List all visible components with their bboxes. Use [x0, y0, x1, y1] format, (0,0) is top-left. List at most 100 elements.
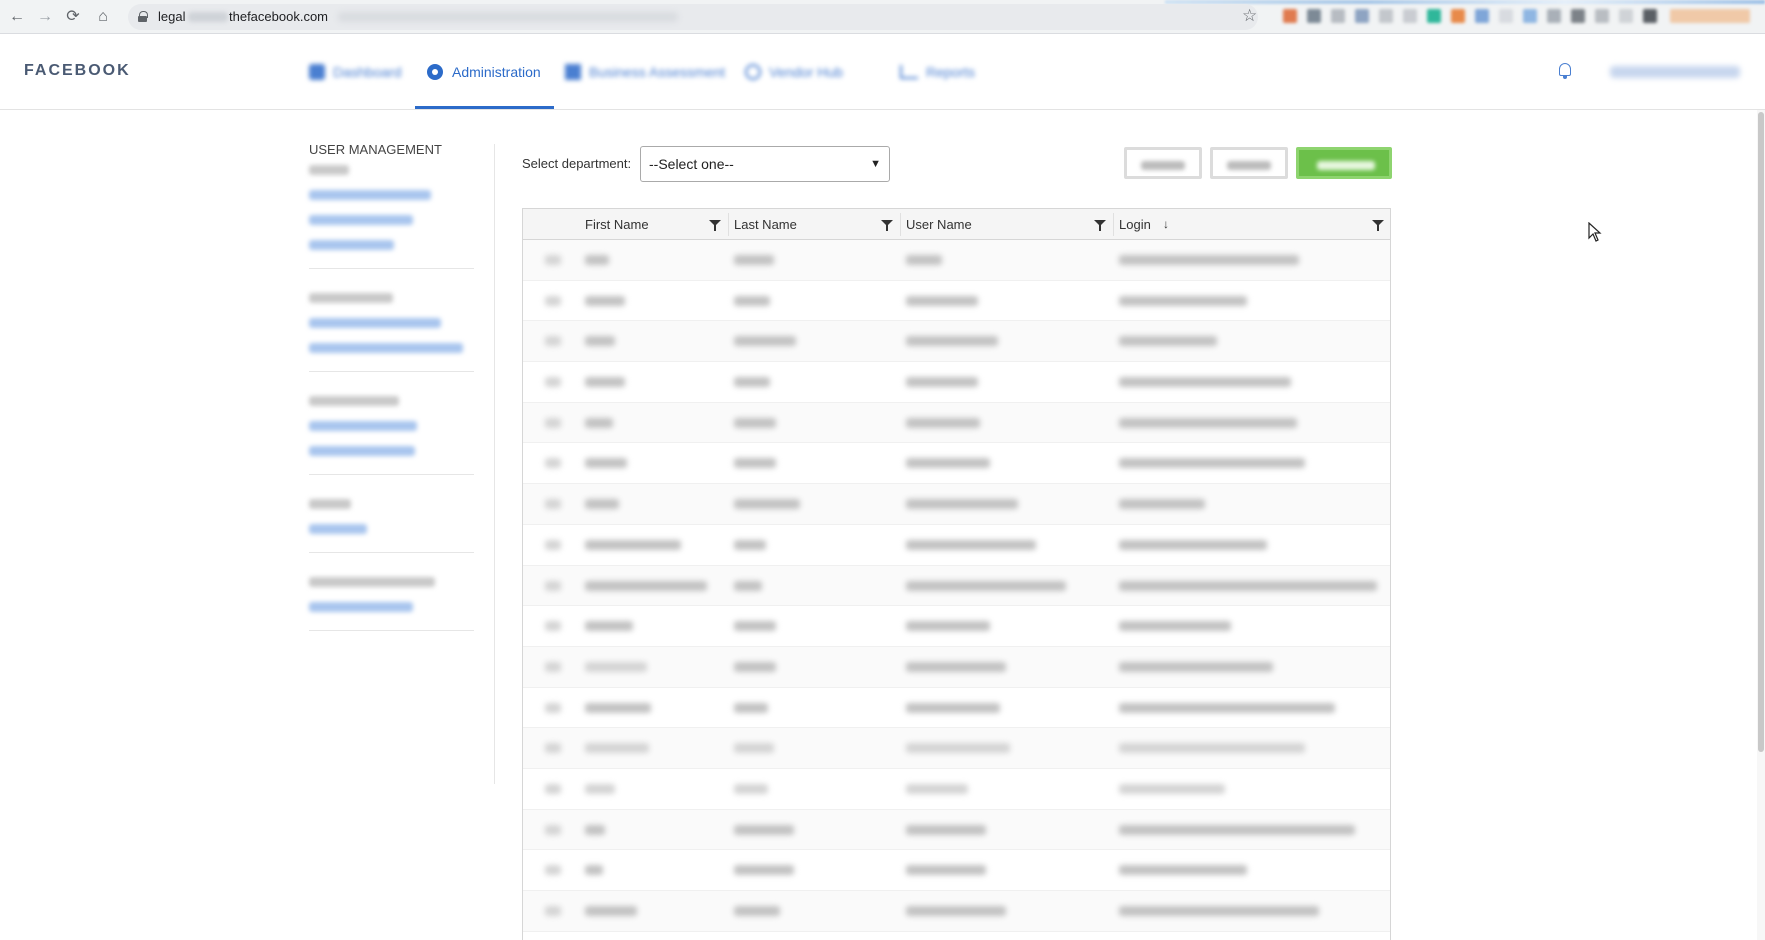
notification-bell-icon[interactable]: [1557, 62, 1573, 80]
column-divider[interactable]: [1113, 213, 1114, 236]
table-row[interactable]: [523, 402, 1390, 444]
column-header-last-name[interactable]: Last Name: [734, 209, 797, 240]
scrollbar-thumb[interactable]: [1758, 112, 1764, 752]
tab-business-assessment[interactable]: Business Assessment: [565, 56, 725, 88]
sidebar-heading-user-management: USER MANAGEMENT: [309, 142, 442, 157]
table-row[interactable]: [523, 728, 1390, 769]
browser-menu[interactable]: [1670, 9, 1750, 23]
sidebar-divider: [309, 552, 474, 553]
table-row[interactable]: [523, 321, 1390, 363]
tab-reports[interactable]: Reports: [900, 56, 975, 88]
forward-arrow-icon[interactable]: →: [34, 6, 56, 28]
tab-administration[interactable]: Administration: [427, 56, 541, 88]
filter-icon[interactable]: [1372, 220, 1384, 231]
extension-icon[interactable]: [1355, 9, 1369, 23]
department-select[interactable]: --Select one-- ▼: [640, 146, 890, 182]
export-button[interactable]: [1210, 147, 1288, 179]
sidebar-item[interactable]: [309, 602, 413, 612]
sidebar-divider: [309, 630, 474, 631]
profile-avatar[interactable]: [1643, 9, 1657, 23]
tab-label: Reports: [926, 64, 976, 80]
sidebar-item[interactable]: [309, 215, 413, 225]
active-tab-indicator: [415, 106, 554, 109]
user-menu[interactable]: [1610, 66, 1740, 78]
department-select-value: --Select one--: [649, 156, 734, 172]
filter-icon[interactable]: [881, 220, 893, 231]
bookmark-star-icon[interactable]: ☆: [1242, 6, 1257, 26]
chevron-down-icon: ▼: [870, 158, 881, 170]
table-row[interactable]: [523, 769, 1390, 810]
column-header-login[interactable]: Login: [1119, 209, 1151, 240]
gear-icon: [427, 64, 443, 80]
table-row[interactable]: [523, 688, 1390, 729]
extension-icon[interactable]: [1379, 9, 1393, 23]
new-user-button[interactable]: [1296, 147, 1392, 179]
table-body: [523, 240, 1390, 932]
table-row[interactable]: [523, 281, 1390, 322]
tab-vendor-hub[interactable]: Vendor Hub: [745, 56, 843, 88]
page-scrollbar[interactable]: [1757, 110, 1765, 940]
extension-icon[interactable]: [1523, 9, 1537, 23]
extension-icon[interactable]: [1547, 9, 1561, 23]
extension-icon[interactable]: [1427, 9, 1441, 23]
extension-icon[interactable]: [1619, 9, 1633, 23]
url-domain: thefacebook.com: [229, 9, 329, 24]
table-row[interactable]: [523, 850, 1390, 891]
back-arrow-icon[interactable]: ←: [6, 6, 28, 28]
tab-label: Dashboard: [333, 64, 402, 80]
extension-icon[interactable]: [1307, 9, 1321, 23]
sidebar-section-heading: [309, 396, 399, 406]
circle-icon: [745, 64, 761, 80]
table-row[interactable]: [523, 646, 1390, 688]
extension-icon[interactable]: [1403, 9, 1417, 23]
table-row[interactable]: [523, 606, 1390, 647]
sidebar-item[interactable]: [309, 421, 417, 431]
table-header: First Name Last Name User Name Login ↓: [523, 209, 1390, 240]
tab-label: Business Assessment: [589, 64, 726, 80]
reload-icon[interactable]: ⟳: [62, 6, 84, 28]
table-row[interactable]: [523, 240, 1390, 281]
table-row[interactable]: [523, 443, 1390, 485]
sidebar-item[interactable]: [309, 524, 367, 534]
lock-icon: [138, 11, 148, 22]
column-divider[interactable]: [728, 213, 729, 236]
tab-dashboard[interactable]: Dashboard: [309, 56, 402, 88]
address-bar[interactable]: legal thefacebook.com: [128, 4, 1258, 30]
table-row[interactable]: [523, 891, 1390, 932]
column-header-first-name[interactable]: First Name: [585, 209, 649, 240]
brand-logo[interactable]: FACEBOOK: [24, 62, 131, 80]
filter-icon[interactable]: [709, 220, 721, 231]
url-redacted: [188, 12, 228, 22]
sidebar-item[interactable]: [309, 190, 431, 200]
sidebar-item[interactable]: [309, 318, 441, 328]
extension-icon[interactable]: [1331, 9, 1345, 23]
extension-icon[interactable]: [1595, 9, 1609, 23]
table-row[interactable]: [523, 809, 1390, 851]
home-icon[interactable]: ⌂: [92, 6, 114, 28]
column-divider[interactable]: [900, 213, 901, 236]
department-label: Select department:: [522, 156, 632, 171]
tab-label: Vendor Hub: [769, 64, 843, 80]
table-row[interactable]: [523, 525, 1390, 566]
extension-icon[interactable]: [1571, 9, 1585, 23]
sidebar-section-heading: [309, 499, 351, 509]
extension-icon[interactable]: [1499, 9, 1513, 23]
filter-icon[interactable]: [1094, 220, 1106, 231]
sidebar-item[interactable]: [309, 165, 349, 175]
app-header: FACEBOOK Dashboard Administration Busine…: [0, 34, 1765, 110]
sidebar-item[interactable]: [309, 240, 394, 250]
sidebar-divider: [309, 371, 474, 372]
table-row[interactable]: [523, 362, 1390, 403]
sidebar-item[interactable]: [309, 446, 415, 456]
sort-descending-icon: ↓: [1163, 217, 1169, 231]
extension-icon[interactable]: [1475, 9, 1489, 23]
sidebar-item[interactable]: [309, 343, 463, 353]
import-button[interactable]: [1124, 147, 1202, 179]
column-header-user-name[interactable]: User Name: [906, 209, 972, 240]
table-row[interactable]: [523, 484, 1390, 525]
dashboard-icon: [309, 64, 325, 80]
extension-icon[interactable]: [1451, 9, 1465, 23]
extension-icon[interactable]: [1283, 9, 1297, 23]
table-row[interactable]: [523, 565, 1390, 607]
sidebar-divider: [309, 474, 474, 475]
